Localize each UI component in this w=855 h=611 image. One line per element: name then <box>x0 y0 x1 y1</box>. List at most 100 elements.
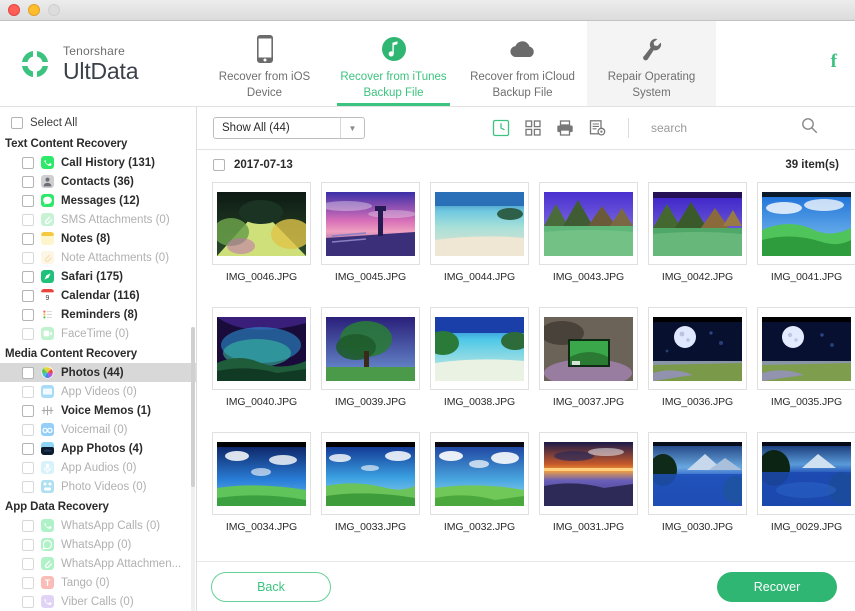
sidebar-item[interactable]: Photo Videos (0) <box>0 477 196 496</box>
thumbnail-frame[interactable] <box>648 432 747 515</box>
thumbnail-cell[interactable]: IMG_0037.JPG <box>538 307 639 432</box>
sidebar-item-checkbox[interactable] <box>22 366 34 379</box>
sidebar-item-checkbox[interactable] <box>22 404 34 417</box>
tab-recover-from-icloud-backup[interactable]: Recover from iCloud Backup File <box>458 21 587 106</box>
select-all-checkbox[interactable] <box>11 117 23 129</box>
sidebar-item[interactable]: Reminders (8) <box>0 305 196 324</box>
thumbnail-cell[interactable]: IMG_0036.JPG <box>647 307 748 432</box>
sidebar-item[interactable]: WhatsApp Attachmen... <box>0 554 196 573</box>
thumbnail-cell[interactable]: IMG_0046.JPG <box>211 182 312 307</box>
sidebar-item-checkbox[interactable] <box>22 576 34 589</box>
sidebar-item[interactable]: Voice Memos (1) <box>0 401 196 420</box>
sidebar-item[interactable]: Messages (12) <box>0 191 196 210</box>
print-icon[interactable] <box>555 119 574 138</box>
sidebar-item-checkbox[interactable] <box>22 175 34 188</box>
thumbnail-frame[interactable] <box>321 432 420 515</box>
search-input[interactable] <box>651 121 801 135</box>
thumbnail-cell[interactable]: IMG_0043.JPG <box>538 182 639 307</box>
thumbnail-frame[interactable] <box>757 182 855 265</box>
tab-recover-from-itunes-backup[interactable]: Recover from iTunes Backup File <box>329 21 458 106</box>
thumbnail-frame[interactable] <box>321 307 420 390</box>
thumbnail-cell[interactable]: IMG_0032.JPG <box>429 432 530 557</box>
sidebar-item-checkbox[interactable] <box>22 289 34 302</box>
sidebar-item[interactable]: 9 Calendar (116) <box>0 286 196 305</box>
thumbnail-cell[interactable]: IMG_0040.JPG <box>211 307 312 432</box>
sidebar-item-checkbox[interactable] <box>22 308 34 321</box>
sidebar-item[interactable]: FaceTime (0) <box>0 324 196 343</box>
thumbnail-frame[interactable] <box>212 432 311 515</box>
sidebar-item-checkbox[interactable] <box>22 461 34 474</box>
sidebar-item-checkbox[interactable] <box>22 327 34 340</box>
sidebar-item-checkbox[interactable] <box>22 156 34 169</box>
sidebar-item[interactable]: WhatsApp Calls (0) <box>0 516 196 535</box>
sidebar-scrollbar-thumb[interactable] <box>191 327 195 487</box>
sidebar-item-checkbox[interactable] <box>22 557 34 570</box>
sidebar-item-checkbox[interactable] <box>22 251 34 264</box>
sidebar-item[interactable]: App Videos (0) <box>0 382 196 401</box>
sidebar-item-checkbox[interactable] <box>22 480 34 493</box>
thumbnail-frame[interactable] <box>430 432 529 515</box>
sidebar-item[interactable]: T Tango (0) <box>0 573 196 592</box>
facebook-icon[interactable]: f <box>831 51 837 73</box>
thumbnail-frame[interactable] <box>539 182 638 265</box>
thumbnail-frame[interactable] <box>321 182 420 265</box>
thumbnail-frame[interactable] <box>430 182 529 265</box>
back-button[interactable]: Back <box>211 571 331 602</box>
thumbnail-frame[interactable] <box>648 307 747 390</box>
sidebar-item-checkbox[interactable] <box>22 538 34 551</box>
search-icon[interactable] <box>801 117 818 139</box>
thumbnail-frame[interactable] <box>757 307 855 390</box>
thumbnail-frame[interactable] <box>212 182 311 265</box>
tab-repair-operating-system[interactable]: Repair Operating System <box>587 21 716 106</box>
thumbnail-cell[interactable]: IMG_0042.JPG <box>647 182 748 307</box>
clock-history-icon[interactable] <box>491 119 510 138</box>
select-all-row[interactable]: Select All <box>0 113 196 133</box>
minimize-window-button[interactable] <box>28 4 40 16</box>
thumbnail-cell[interactable]: IMG_0033.JPG <box>320 432 421 557</box>
thumbnail-cell[interactable]: IMG_0035.JPG <box>756 307 855 432</box>
thumbnail-cell[interactable]: IMG_0031.JPG <box>538 432 639 557</box>
export-settings-icon[interactable] <box>587 119 606 138</box>
sidebar-item-checkbox[interactable] <box>22 595 34 608</box>
sidebar-item-checkbox[interactable] <box>22 385 34 398</box>
sidebar-item[interactable]: Note Attachments (0) <box>0 248 196 267</box>
sidebar-item[interactable]: Voicemail (0) <box>0 420 196 439</box>
sidebar-item[interactable]: Notes (8) <box>0 229 196 248</box>
thumbnail-cell[interactable]: IMG_0029.JPG <box>756 432 855 557</box>
sidebar-item[interactable]: Viber Calls (0) <box>0 592 196 611</box>
thumbnail-frame[interactable] <box>539 307 638 390</box>
thumbnail-cell[interactable]: IMG_0034.JPG <box>211 432 312 557</box>
sidebar-item[interactable]: Safari (175) <box>0 267 196 286</box>
sidebar-item[interactable]: Photos (44) <box>0 363 196 382</box>
sidebar-item-checkbox[interactable] <box>22 423 34 436</box>
tab-recover-from-ios-device[interactable]: Recover from iOS Device <box>200 21 329 106</box>
thumbnail-cell[interactable]: IMG_0044.JPG <box>429 182 530 307</box>
thumbnail-cell[interactable]: IMG_0041.JPG <box>756 182 855 307</box>
sidebar-item-checkbox[interactable] <box>22 442 34 455</box>
thumbnail-cell[interactable]: IMG_0030.JPG <box>647 432 748 557</box>
sidebar-item-checkbox[interactable] <box>22 194 34 207</box>
close-window-button[interactable] <box>8 4 20 16</box>
thumbnail-cell[interactable]: IMG_0039.JPG <box>320 307 421 432</box>
sidebar-item-checkbox[interactable] <box>22 232 34 245</box>
thumbnail-cell[interactable]: IMG_0045.JPG <box>320 182 421 307</box>
thumbnail-frame[interactable] <box>430 307 529 390</box>
grid-view-icon[interactable] <box>523 119 542 138</box>
search-box[interactable] <box>651 117 841 139</box>
filter-select[interactable]: Show All (44) ▼ <box>213 117 365 139</box>
thumbnail-frame[interactable] <box>212 307 311 390</box>
sidebar-item-checkbox[interactable] <box>22 270 34 283</box>
thumbnail-frame[interactable] <box>757 432 855 515</box>
sidebar-item-checkbox[interactable] <box>22 213 34 226</box>
thumbnail-cell[interactable]: IMG_0038.JPG <box>429 307 530 432</box>
sidebar-item[interactable]: App Audios (0) <box>0 458 196 477</box>
sidebar-item[interactable]: WhatsApp (0) <box>0 535 196 554</box>
date-group-checkbox[interactable] <box>213 159 225 171</box>
recover-button[interactable]: Recover <box>717 571 837 602</box>
sidebar-item[interactable]: App Photos (4) <box>0 439 196 458</box>
sidebar-item[interactable]: Call History (131) <box>0 153 196 172</box>
sidebar-item[interactable]: SMS Attachments (0) <box>0 210 196 229</box>
sidebar-item-checkbox[interactable] <box>22 519 34 532</box>
thumbnail-frame[interactable] <box>648 182 747 265</box>
sidebar-item[interactable]: Contacts (36) <box>0 172 196 191</box>
